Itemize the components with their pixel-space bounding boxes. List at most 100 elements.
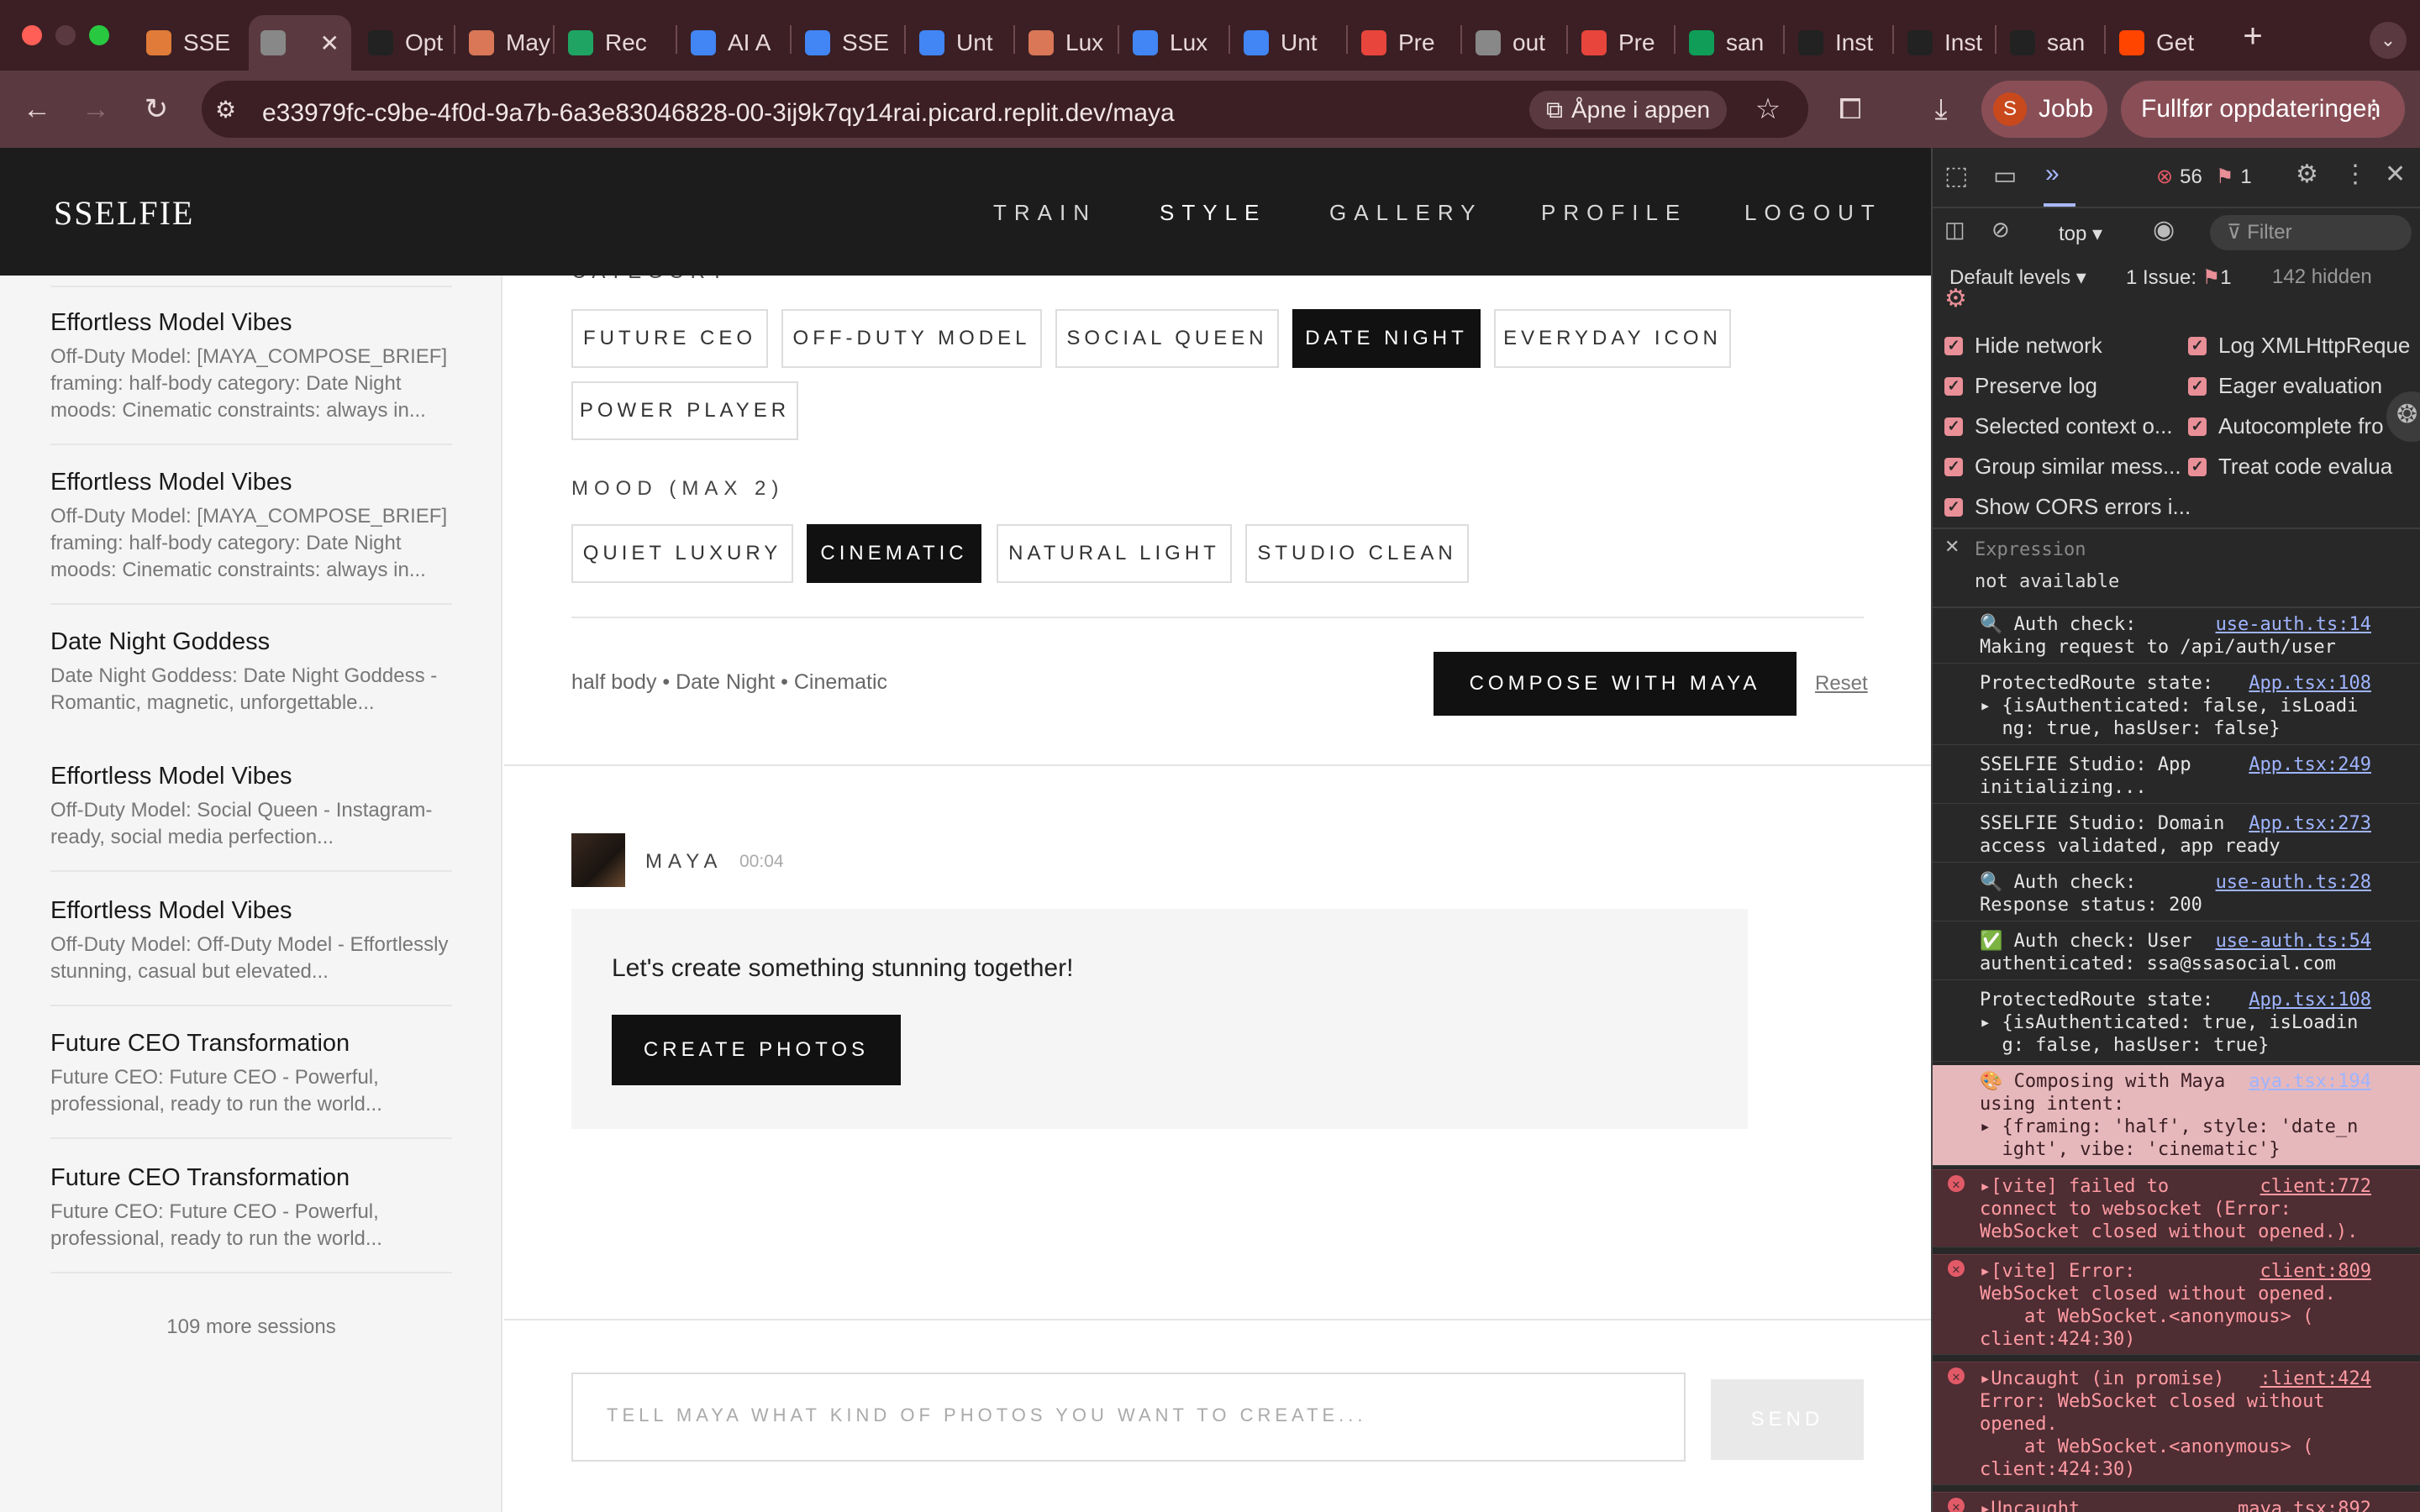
profile-button[interactable]: S Jobb (1981, 81, 2107, 138)
log-source-link[interactable]: use-auth.ts:14 (2216, 613, 2371, 636)
console-error-entry[interactable]: ✕ ▸Uncaught (in promise) Error: WebSocket … (1933, 1362, 2420, 1485)
browser-tab[interactable]: Opt (356, 15, 452, 71)
console-log-entry[interactable]: 🎨 Composing with Maya using intent: ▸ {fra… (1933, 1065, 2420, 1166)
app-logo[interactable]: SSELFIE (54, 193, 194, 233)
filter-input[interactable]: ⊽ Filter (2210, 215, 2412, 250)
log-source-link[interactable]: App.tsx:108 (2249, 672, 2371, 695)
browser-tab[interactable]: san (1677, 15, 1781, 71)
inspect-element-icon[interactable]: ⬚ (1944, 161, 1968, 191)
forward-button[interactable]: → (74, 87, 118, 131)
console-log-entry[interactable]: 🔍 Auth check: Response status: 200 use-aut… (1933, 866, 2420, 921)
browser-tab[interactable]: AI A (679, 15, 788, 71)
reset-link[interactable]: Reset (1815, 672, 1868, 696)
sidebar-toggle-icon[interactable]: ◫ (1944, 217, 1965, 243)
browser-tab[interactable]: Inst (1896, 15, 1993, 71)
autocomplete-checkbox[interactable]: ✓ Autocomplete fro (2188, 413, 2384, 439)
browser-tab[interactable]: Unt (908, 15, 1012, 71)
console-log-entry[interactable]: SSELFIE Studio: App initializing... App.ts… (1933, 748, 2420, 804)
eager-eval-checkbox[interactable]: ✓ Eager evaluation (2188, 373, 2382, 399)
devtools-assistant-icon[interactable]: ❂ (2386, 391, 2420, 442)
open-in-app-button[interactable]: ⧉ Åpne i appen (1529, 91, 1728, 129)
mood-chip[interactable]: STUDIO CLEAN (1245, 524, 1469, 583)
browser-tab[interactable]: SSE (134, 15, 244, 71)
url-text[interactable]: e33979fc-c9be-4f0d-9a7b-6a3e83046828-00-… (262, 99, 1175, 128)
hide-network-checkbox[interactable]: ✓ Hide network (1944, 333, 2102, 359)
log-source-link[interactable]: maya.tsx:892 (2238, 1498, 2371, 1512)
log-source-link[interactable]: client:772 (2260, 1175, 2371, 1198)
category-chip[interactable]: FUTURE CEO (571, 309, 768, 368)
session-item[interactable]: Effortless Model Vibes Off-Duty Model: S… (50, 763, 452, 872)
more-options-icon[interactable]: ⋮ (2343, 160, 2368, 189)
context-selector[interactable]: top ▾ (2059, 222, 2102, 246)
log-levels-dropdown[interactable]: Default levels ▾ (1949, 265, 2086, 290)
browser-tab[interactable]: Lux (1017, 15, 1116, 71)
category-chip[interactable]: POWER PLAYER (571, 381, 798, 440)
selected-context-checkbox[interactable]: ✓ Selected context o... (1944, 413, 2173, 439)
log-source-link[interactable]: App.tsx:249 (2249, 753, 2371, 776)
extensions-icon[interactable]: ⧠ (1828, 87, 1872, 131)
show-cors-checkbox[interactable]: ✓ Show CORS errors i... (1944, 494, 2191, 520)
log-source-link[interactable]: aya.tsx:194 (2249, 1070, 2371, 1093)
tab-search-icon[interactable]: ⌄ (2370, 22, 2407, 59)
browser-tab[interactable]: Rec (556, 15, 674, 71)
log-source-link[interactable]: :lient:424 (2260, 1368, 2371, 1390)
new-tab-button[interactable]: + (2232, 15, 2274, 57)
session-item[interactable]: Future CEO Transformation Future CEO: Fu… (50, 1164, 452, 1273)
category-chip[interactable]: SOCIAL QUEEN (1055, 309, 1279, 368)
update-button[interactable]: Fullfør oppdateringen ⋮ (2121, 81, 2405, 138)
maximize-window-button[interactable] (89, 25, 109, 45)
browser-tab[interactable]: Pre (1349, 15, 1459, 71)
console-error-entry[interactable]: ✕ ▸[vite] Error: WebSocket closed without … (1933, 1254, 2420, 1355)
site-info-icon[interactable]: ⚙ (215, 96, 236, 123)
treat-code-eval-checkbox[interactable]: ✓ Treat code evalua (2188, 454, 2392, 480)
log-source-link[interactable]: client:809 (2260, 1260, 2371, 1283)
log-source-link[interactable]: App.tsx:273 (2249, 812, 2371, 835)
bookmark-star-icon[interactable]: ☆ (1746, 87, 1790, 131)
reload-button[interactable]: ↻ (134, 87, 178, 131)
browser-tab[interactable]: Unt (1232, 15, 1344, 71)
mood-chip-selected[interactable]: CINEMATIC (807, 524, 981, 583)
log-source-link[interactable]: use-auth.ts:28 (2216, 871, 2371, 894)
compose-with-maya-button[interactable]: COMPOSE WITH MAYA (1434, 652, 1797, 716)
chat-input[interactable]: TELL MAYA WHAT KIND OF PHOTOS YOU WANT T… (571, 1373, 1686, 1462)
back-button[interactable]: ← (15, 87, 59, 131)
browser-tab[interactable]: Pre (1570, 15, 1672, 71)
session-item[interactable]: Date Night Goddess Date Night Goddess: D… (50, 628, 452, 746)
preserve-log-checkbox[interactable]: ✓ Preserve log (1944, 373, 2097, 399)
category-chip[interactable]: OFF-DUTY MODEL (781, 309, 1042, 368)
more-panels-icon[interactable]: » (2045, 160, 2060, 188)
console-error-entry[interactable]: ✕▸UncaughtReferenceError: generateImage … (1933, 1492, 2420, 1512)
category-chip[interactable]: EVERYDAY ICON (1494, 309, 1731, 368)
console-error-entry[interactable]: ✕ ▸[vite] failed to connect to websocket (… (1933, 1169, 2420, 1247)
log-xhr-checkbox[interactable]: ✓ Log XMLHttpReque (2188, 333, 2410, 359)
device-toolbar-icon[interactable]: ▭ (1993, 161, 2017, 191)
mood-chip[interactable]: QUIET LUXURY (571, 524, 793, 583)
session-item[interactable]: Effortless Model Vibes Off-Duty Model: O… (50, 897, 452, 1006)
close-tab-icon[interactable]: ✕ (320, 29, 339, 57)
issues-link[interactable]: 1 Issue: ⚑1 (2126, 265, 2232, 290)
log-source-link[interactable]: App.tsx:108 (2249, 989, 2371, 1011)
remove-expression-icon[interactable]: ✕ (1944, 536, 1960, 558)
browser-tab[interactable]: san (1998, 15, 2102, 71)
console-log-entry[interactable]: ProtectedRoute state: ▸ {isAuthenticated:… (1933, 984, 2420, 1062)
browser-tab[interactable]: SSE (793, 15, 902, 71)
nav-gallery[interactable]: GALLERY (1329, 200, 1482, 226)
browser-tab[interactable]: May (457, 15, 551, 71)
browser-tab[interactable]: out (1464, 15, 1565, 71)
browser-tab[interactable]: Lux (1121, 15, 1227, 71)
browser-tab[interactable]: ✕ (249, 15, 351, 71)
group-similar-checkbox[interactable]: ✓ Group similar mess... (1944, 454, 2181, 480)
download-icon[interactable]: ⤓ (1919, 87, 1963, 131)
clear-console-icon[interactable]: ⊘ (1991, 217, 2010, 243)
create-photos-button[interactable]: CREATE PHOTOS (612, 1015, 901, 1085)
console-log-entry[interactable]: SSELFIE Studio: Domain access validated, … (1933, 807, 2420, 863)
close-devtools-icon[interactable]: ✕ (2385, 160, 2406, 189)
session-item[interactable]: Future CEO Transformation Future CEO: Fu… (50, 1030, 452, 1139)
live-expression-eye-icon[interactable]: ◉ (2153, 215, 2175, 244)
category-chip-selected[interactable]: DATE NIGHT (1292, 309, 1481, 368)
minimize-window-button[interactable] (55, 25, 76, 45)
console-settings-gear-icon[interactable]: ⚙ (1944, 284, 1967, 313)
error-count-badge[interactable]: ⊗ 56 ⚑ 1 (2156, 165, 2252, 189)
console-log-entry[interactable]: 🔍 Auth check: Making request to /api/auth… (1933, 608, 2420, 664)
session-item[interactable]: Effortless Model Vibes Off-Duty Model: [… (50, 469, 452, 605)
